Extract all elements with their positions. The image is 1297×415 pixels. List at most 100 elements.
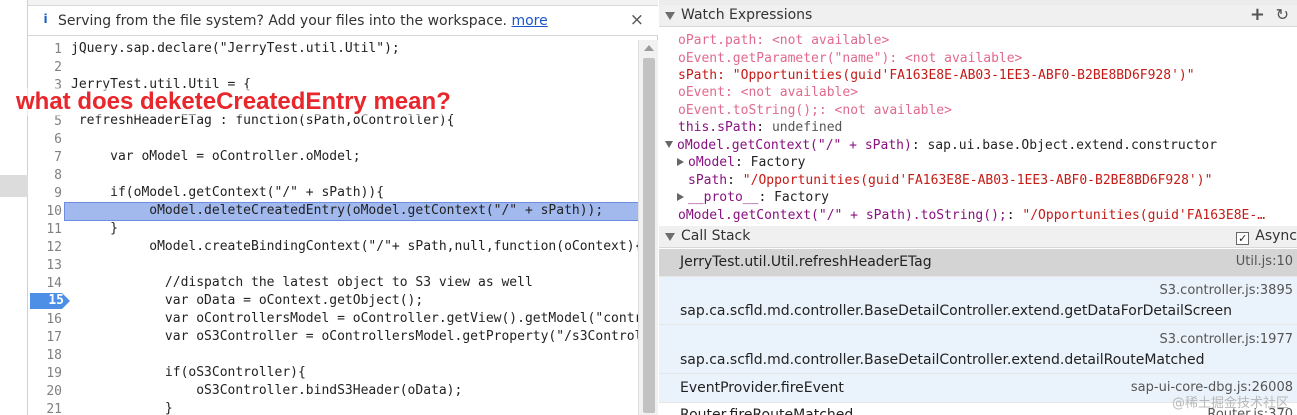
line-number[interactable]: 14 bbox=[28, 276, 62, 291]
watch-item[interactable]: oPart.path: <not available> bbox=[678, 33, 889, 50]
side-gutter bbox=[0, 0, 28, 415]
line-number[interactable]: 21 bbox=[28, 402, 62, 415]
watch-value: <not available> bbox=[834, 103, 952, 118]
watch-item[interactable]: oEvent.toString();: <not available> bbox=[678, 103, 952, 120]
code-line[interactable]: 13 bbox=[28, 256, 638, 274]
watch-item[interactable]: __proto__: Factory bbox=[677, 190, 829, 207]
code-line[interactable]: 10 oModel.deleteCreatedEntry(oModel.getC… bbox=[28, 202, 638, 221]
collapse-triangle-icon[interactable] bbox=[665, 233, 675, 241]
watch-separator: : bbox=[758, 190, 775, 205]
line-number[interactable]: 1 bbox=[28, 42, 62, 57]
code-line[interactable]: 19 if(oS3Controller){ bbox=[28, 364, 638, 382]
annotation-question: what does deketeCreatedEntry mean? bbox=[16, 88, 451, 116]
async-checkbox[interactable]: ✓ Async bbox=[1236, 228, 1297, 245]
call-stack-header[interactable]: Call Stack ✓ Async bbox=[659, 226, 1297, 248]
code-line[interactable]: 6 bbox=[28, 130, 638, 148]
watch-expression: oModel.getContext("/" + sPath) bbox=[677, 138, 912, 153]
call-frame-location[interactable]: S3.controller.js:1977 bbox=[1160, 332, 1293, 347]
watch-separator: : bbox=[717, 68, 733, 83]
line-number[interactable]: 19 bbox=[28, 366, 62, 381]
line-number[interactable]: 9 bbox=[28, 186, 62, 201]
code-line[interactable]: 11 } bbox=[28, 220, 638, 238]
more-link[interactable]: more bbox=[511, 13, 547, 29]
watch-item[interactable]: oModel: Factory bbox=[677, 155, 805, 172]
watch-item[interactable]: oEvent: <not available> bbox=[678, 85, 858, 102]
call-frame-function: Router.fireRouteMatched bbox=[680, 407, 854, 415]
watch-item[interactable]: sPath: "Opportunities(guid'FA163E8E-AB03… bbox=[678, 68, 1195, 85]
line-number[interactable]: 16 bbox=[28, 312, 62, 327]
line-number[interactable]: 8 bbox=[28, 168, 62, 183]
watch-item[interactable]: oModel.getContext("/" + sPath): sap.ui.b… bbox=[665, 138, 1217, 155]
watch-separator: : bbox=[724, 85, 741, 100]
line-number[interactable]: 17 bbox=[28, 330, 62, 345]
code-line[interactable]: 20 oS3Controller.bindS3Header(oData); bbox=[28, 382, 638, 400]
watch-separator: : bbox=[756, 120, 772, 135]
code-line[interactable]: 21 } bbox=[28, 400, 638, 415]
line-number[interactable]: 18 bbox=[28, 348, 62, 363]
code-line[interactable]: 8 bbox=[28, 166, 638, 184]
debugger-sidebar: Watch Expressions + ↻ oPart.path: <not a… bbox=[659, 0, 1297, 415]
call-frame-location[interactable]: S3.controller.js:3895 bbox=[1160, 283, 1293, 298]
line-number[interactable]: 13 bbox=[28, 258, 62, 273]
call-frame[interactable]: JerryTest.util.Util.refreshHeaderETag Uti… bbox=[659, 249, 1297, 277]
call-frame-function: JerryTest.util.Util.refreshHeaderETag bbox=[680, 254, 932, 270]
call-frame-location[interactable]: Util.js:10 bbox=[1236, 254, 1293, 269]
watermark: @稀土掘金技术社区 bbox=[1171, 396, 1289, 411]
watch-value: sap.ui.base.Object.extend.constructor bbox=[927, 138, 1218, 153]
watch-expression: oEvent.getParameter("name") bbox=[678, 51, 890, 66]
workspace-infobar: i Serving from the file system? Add your… bbox=[28, 6, 658, 36]
watch-value: Factory bbox=[750, 155, 806, 170]
code-line[interactable]: 16 var oControllersModel = oController.g… bbox=[28, 310, 638, 328]
call-frame[interactable]: sap.ca.scfld.md.controller.BaseDetailCon… bbox=[659, 277, 1297, 325]
line-number[interactable]: 7 bbox=[28, 150, 62, 165]
line-number[interactable]: 6 bbox=[28, 132, 62, 147]
line-number[interactable]: 10 bbox=[28, 204, 62, 219]
editor-scrollbar[interactable] bbox=[638, 40, 658, 415]
watch-expression: __proto__ bbox=[688, 190, 759, 205]
code-line[interactable]: 18 bbox=[28, 346, 638, 364]
code-text: var oModel = oController.oModel; bbox=[71, 149, 361, 164]
code-line[interactable]: 17 var oS3Controller = oControllersModel… bbox=[28, 328, 638, 346]
watch-separator: : bbox=[1006, 208, 1023, 223]
scroll-up-arrow-icon[interactable] bbox=[644, 45, 654, 51]
expand-triangle-icon[interactable] bbox=[677, 193, 684, 201]
code-line[interactable]: 14 //dispatch the latest object to S3 vi… bbox=[28, 274, 638, 292]
breakpoint-marker[interactable]: 15 bbox=[30, 293, 70, 309]
code-text: //dispatch the latest object to S3 view … bbox=[71, 275, 533, 290]
expand-triangle-icon[interactable] bbox=[677, 158, 684, 166]
watch-expressions-header[interactable]: Watch Expressions + ↻ bbox=[659, 4, 1297, 27]
code-line[interactable]: 12 oModel.createBindingContext("/"+ sPat… bbox=[28, 238, 638, 256]
expand-triangle-icon[interactable] bbox=[665, 141, 673, 148]
watch-item[interactable]: sPath: "/Opportunities(guid'FA163E8E-AB0… bbox=[688, 173, 1212, 190]
watch-expression: sPath bbox=[678, 68, 718, 83]
code-text: oS3Controller.bindS3Header(oData); bbox=[71, 383, 463, 398]
code-line[interactable]: 1 jQuery.sap.declare("JerryTest.util.Util… bbox=[28, 40, 638, 58]
code-line[interactable]: 9 if(oModel.getContext("/" + sPath)){ bbox=[28, 184, 638, 202]
line-number[interactable]: 12 bbox=[28, 240, 62, 255]
watch-expression: oModel bbox=[688, 155, 735, 170]
close-icon[interactable]: × bbox=[630, 10, 644, 30]
line-number[interactable]: 11 bbox=[28, 222, 62, 237]
refresh-icon[interactable]: ↻ bbox=[1276, 5, 1289, 24]
watch-item[interactable]: oEvent.getParameter("name"): <not availa… bbox=[678, 51, 1022, 68]
watch-item[interactable]: oModel.getContext("/" + sPath).toString(… bbox=[678, 208, 1265, 225]
plus-icon[interactable]: + bbox=[1250, 4, 1265, 25]
watch-title: Watch Expressions bbox=[681, 7, 813, 23]
line-number[interactable]: 20 bbox=[28, 384, 62, 399]
code-line[interactable]: 7 var oModel = oController.oModel; bbox=[28, 148, 638, 166]
watch-value: <not available> bbox=[771, 33, 890, 48]
line-number[interactable]: 2 bbox=[28, 60, 62, 75]
line-number[interactable]: 5 bbox=[28, 114, 62, 129]
watch-value: "Opportunities(guid'FA163E8E-AB03-1EE3-A… bbox=[732, 68, 1195, 83]
scrollbar-thumb[interactable] bbox=[643, 58, 655, 413]
checkbox-icon[interactable]: ✓ bbox=[1236, 232, 1250, 245]
watch-value: undefined bbox=[771, 120, 843, 135]
call-frame[interactable]: sap.ca.scfld.md.controller.BaseDetailCon… bbox=[659, 325, 1297, 374]
code-text: jQuery.sap.declare("JerryTest.util.Util"… bbox=[71, 41, 400, 56]
collapse-triangle-icon[interactable] bbox=[665, 12, 675, 20]
infobar-text: Serving from the file system? Add your f… bbox=[58, 13, 508, 29]
code-line[interactable]: 15 var oData = oContext.getObject(); bbox=[28, 292, 638, 310]
code-line[interactable]: 2 bbox=[28, 58, 638, 76]
watch-expression: sPath bbox=[688, 173, 728, 188]
watch-item[interactable]: this.sPath: undefined bbox=[678, 120, 842, 137]
